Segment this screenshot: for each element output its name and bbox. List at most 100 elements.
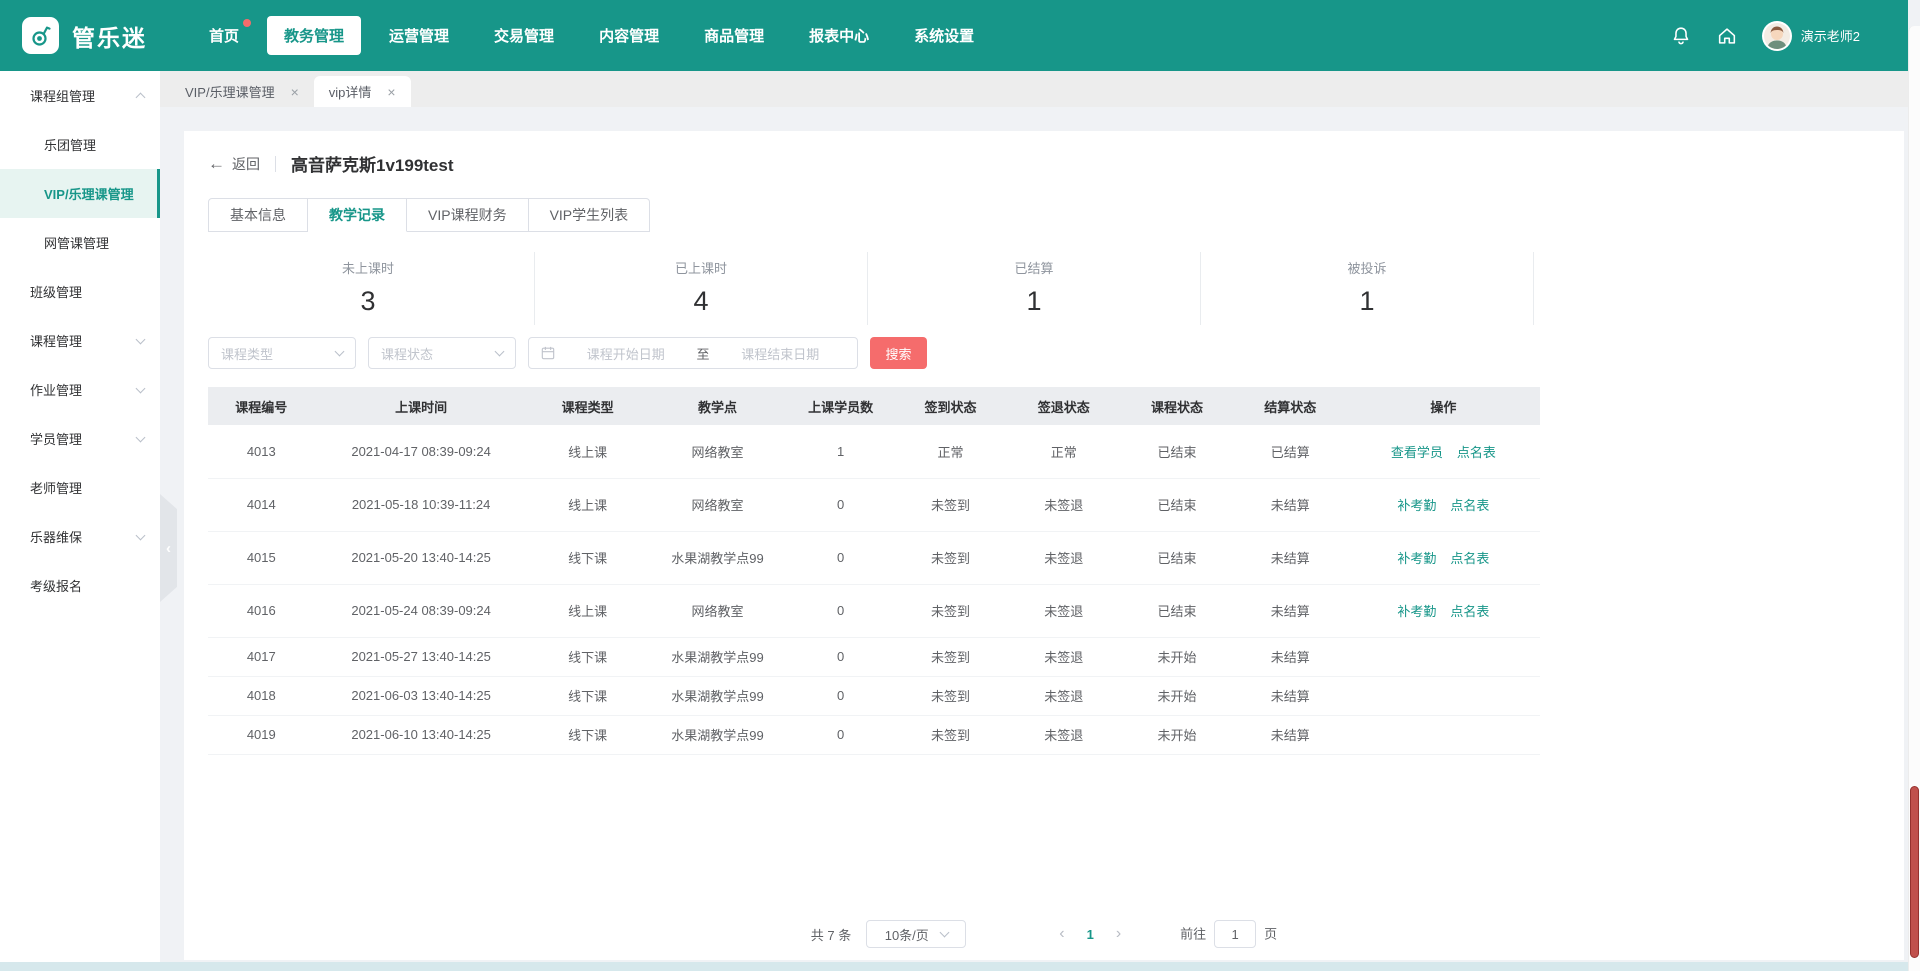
home-icon[interactable] [1716, 25, 1738, 47]
cell-id: 4013 [208, 425, 315, 478]
cell-course_status: 已结束 [1120, 425, 1233, 478]
cell-actions: 补考勤点名表 [1347, 478, 1540, 531]
cell-settlement: 未结算 [1234, 676, 1347, 715]
cell-checkout: 正常 [1007, 425, 1120, 478]
cell-course_status: 未开始 [1120, 715, 1233, 754]
cell-checkin: 正常 [894, 425, 1007, 478]
page-title: 高音萨克斯1v199test [291, 151, 454, 176]
user-menu[interactable]: 演示老师2 [1762, 21, 1860, 51]
date-start-placeholder: 课程开始日期 [561, 344, 691, 363]
cell-checkin: 未签到 [894, 676, 1007, 715]
stat-value: 1 [1201, 286, 1533, 317]
cell-students: 0 [787, 637, 894, 676]
course-status-select[interactable]: 课程状态 [368, 337, 516, 369]
cell-id: 4016 [208, 584, 315, 637]
cell-type: 线下课 [528, 637, 648, 676]
cell-time: 2021-05-18 10:39-11:24 [315, 478, 528, 531]
tab-basic-info[interactable]: 基本信息 [208, 198, 308, 232]
goto-page-input[interactable] [1214, 920, 1256, 948]
action-link[interactable]: 点名表 [1450, 495, 1489, 514]
action-link[interactable]: 查看学员 [1391, 442, 1443, 461]
sidebar-item-orchestra-mgmt[interactable]: 乐团管理 [0, 120, 160, 169]
goto-label: 前往 [1180, 927, 1206, 942]
records-table-wrap: 课程编号上课时间课程类型教学点上课学员数签到状态签退状态课程状态结算状态操作 4… [208, 387, 1540, 755]
sidebar-item-course-group-mgmt[interactable]: 课程组管理 [0, 71, 160, 120]
sidebar-item-online-course-mgmt[interactable]: 网管课管理 [0, 218, 160, 267]
date-separator: 至 [697, 344, 710, 363]
nav-item-home[interactable]: 首页 [192, 16, 256, 55]
tab-vip-course-finance[interactable]: VIP课程财务 [407, 198, 529, 232]
date-end-placeholder: 课程结束日期 [716, 344, 846, 363]
stat-label: 被投诉 [1201, 258, 1533, 277]
close-icon[interactable]: × [387, 84, 395, 100]
cell-settlement: 已结算 [1234, 425, 1347, 478]
detail-tabs: 基本信息教学记录VIP课程财务VIP学生列表 [208, 198, 1880, 232]
back-arrow-icon: ← [208, 155, 225, 172]
action-link[interactable]: 补考勤 [1397, 601, 1436, 620]
nav-item-content[interactable]: 内容管理 [582, 16, 676, 55]
search-button[interactable]: 搜索 [870, 337, 927, 369]
sidebar-item-teacher-mgmt[interactable]: 老师管理 [0, 463, 160, 512]
back-button[interactable]: ← 返回 [208, 154, 260, 174]
nav-item-operations[interactable]: 运营管理 [372, 16, 466, 55]
cell-actions: 查看学员点名表 [1347, 425, 1540, 478]
action-link[interactable]: 点名表 [1457, 442, 1496, 461]
cell-location: 水果湖教学点99 [648, 531, 788, 584]
chevron-down-icon [495, 347, 505, 357]
cell-type: 线上课 [528, 425, 648, 478]
cell-id: 4014 [208, 478, 315, 531]
sidebar-item-class-mgmt[interactable]: 班级管理 [0, 267, 160, 316]
stat-value: 4 [535, 286, 867, 317]
sidebar-item-homework-mgmt[interactable]: 作业管理 [0, 365, 160, 414]
cell-location: 网络教室 [648, 478, 788, 531]
course-status-placeholder: 课程状态 [381, 344, 433, 363]
cell-checkin: 未签到 [894, 637, 1007, 676]
tab-teaching-records[interactable]: 教学记录 [308, 198, 407, 232]
brand[interactable]: 管乐迷 [0, 17, 192, 54]
sidebar-item-label: 老师管理 [30, 478, 82, 497]
tab-vip-student-list[interactable]: VIP学生列表 [529, 198, 651, 232]
action-link[interactable]: 点名表 [1450, 601, 1489, 620]
table-row: 40182021-06-03 13:40-14:25线下课水果湖教学点990未签… [208, 676, 1540, 715]
stat-label: 已结算 [868, 258, 1200, 277]
close-icon[interactable]: × [291, 84, 299, 100]
vertical-scrollbar[interactable] [1908, 26, 1920, 971]
sidebar-item-exam-registration[interactable]: 考级报名 [0, 561, 160, 610]
cell-students: 0 [787, 478, 894, 531]
open-tab-vip-detail[interactable]: vip详情× [314, 76, 411, 107]
sidebar-item-instrument-maintenance[interactable]: 乐器维保 [0, 512, 160, 561]
prev-page-button[interactable]: ‹ [1056, 925, 1067, 943]
cell-actions [1347, 676, 1540, 715]
scrollbar-thumb[interactable] [1910, 786, 1919, 958]
nav-item-reports[interactable]: 报表中心 [792, 16, 886, 55]
chevron-down-icon [136, 334, 146, 344]
page-size-select[interactable]: 10条/页 [866, 920, 966, 948]
cell-type: 线下课 [528, 676, 648, 715]
collapse-arrow-icon: ‹ [166, 540, 171, 557]
sidebar-item-label: 班级管理 [30, 282, 82, 301]
nav-item-settings[interactable]: 系统设置 [897, 16, 991, 55]
cell-checkout: 未签退 [1007, 715, 1120, 754]
goto-unit: 页 [1264, 927, 1277, 942]
page-size-value: 10条/页 [885, 925, 929, 944]
action-link[interactable]: 补考勤 [1397, 495, 1436, 514]
cell-course_status: 已结束 [1120, 584, 1233, 637]
date-range-picker[interactable]: 课程开始日期 至 课程结束日期 [528, 337, 858, 369]
sidebar-item-student-mgmt[interactable]: 学员管理 [0, 414, 160, 463]
sidebar-item-vip-theory-course-mgmt[interactable]: VIP/乐理课管理 [0, 169, 160, 218]
current-page[interactable]: 1 [1083, 927, 1098, 942]
sidebar-item-course-mgmt[interactable]: 课程管理 [0, 316, 160, 365]
sidebar-collapse-handle[interactable]: ‹ [160, 494, 177, 602]
action-link[interactable]: 点名表 [1450, 548, 1489, 567]
nav-item-academic[interactable]: 教务管理 [267, 16, 361, 55]
next-page-button[interactable]: › [1113, 925, 1124, 943]
column-header: 教学点 [648, 387, 788, 425]
action-link[interactable]: 补考勤 [1397, 548, 1436, 567]
open-tab-vip-theory-course-mgmt[interactable]: VIP/乐理课管理× [170, 76, 314, 107]
nav-item-transactions[interactable]: 交易管理 [477, 16, 571, 55]
table-row: 40192021-06-10 13:40-14:25线下课水果湖教学点990未签… [208, 715, 1540, 754]
course-type-select[interactable]: 课程类型 [208, 337, 356, 369]
nav-item-products[interactable]: 商品管理 [687, 16, 781, 55]
chevron-up-icon [136, 93, 146, 103]
bell-icon[interactable] [1670, 25, 1692, 47]
